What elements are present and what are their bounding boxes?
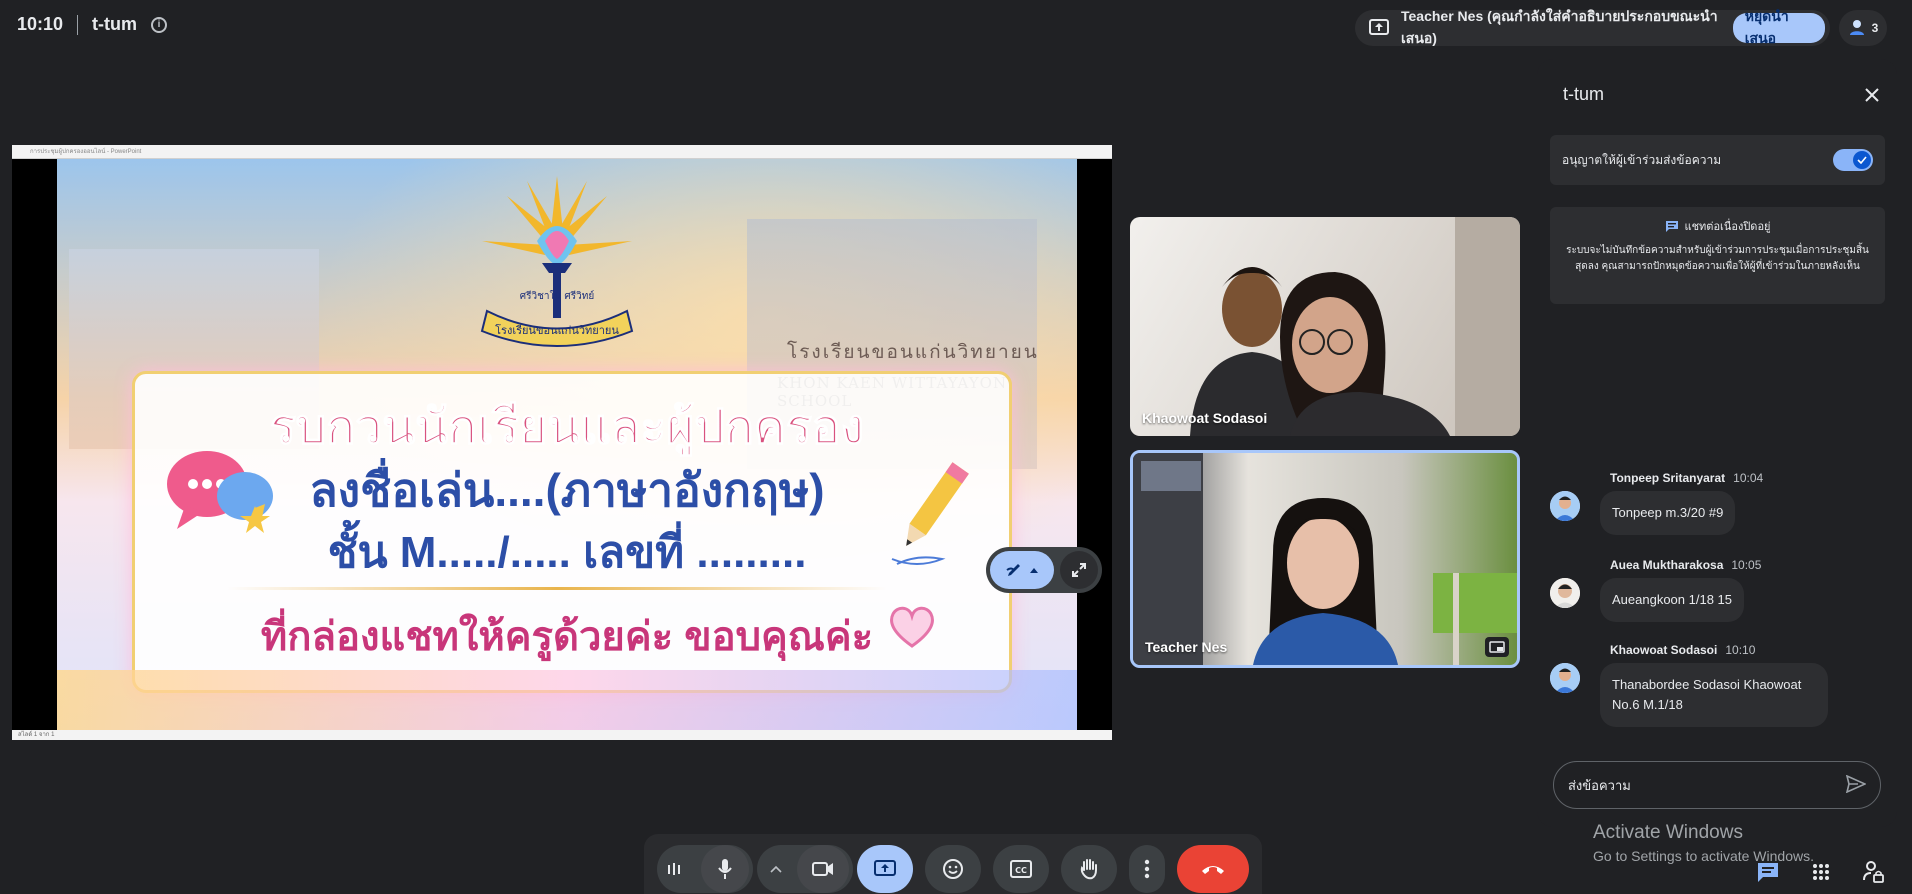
allow-messages-toggle[interactable] [1833,149,1873,171]
more-options-button[interactable] [1129,845,1165,893]
close-panel-button[interactable] [1859,82,1885,108]
ppt-titlebar: การประชุมผู้ปกครองออนไลน์ - PowerPoint [12,145,1112,159]
video-tile[interactable]: Khaowoat Sodasoi [1130,217,1520,436]
ppt-statusbar: สไลด์ 1 จาก 1 [12,730,1112,740]
annotate-button[interactable] [990,551,1054,589]
check-icon [1853,151,1871,169]
notice-header: แชทต่อเนื่องปิดอยู่ [1562,217,1873,235]
annotation-controls [986,547,1102,593]
chat-icon [1665,220,1678,232]
captions-icon: CC [1010,860,1032,878]
call-controls: CC [644,834,1262,894]
continuous-chat-notice: แชทต่อเนื่องปิดอยู่ ระบบจะไม่บันทึกข้อคว… [1550,207,1885,304]
emblem-motto: ศรีวิชาใน ศรีวิทย์ [520,290,594,302]
shared-screen: การประชุมผู้ปกครองออนไลน์ - PowerPoint โ… [12,145,1112,740]
participant-video [1133,453,1517,665]
message-time: 10:05 [1731,558,1762,572]
avatar [1550,578,1580,608]
chat-bubbles-icon [167,451,273,533]
emoji-icon [943,859,963,879]
expand-icon [1072,563,1086,577]
message-header: Khaowoat Sodasoi 10:10 [1610,643,1755,657]
message-input[interactable]: ส่งข้อความ [1553,761,1881,809]
avatar [1550,491,1580,521]
send-icon[interactable] [1845,774,1867,796]
message-bubble: Aueangkoon 1/18 15 [1600,578,1744,622]
camera-button[interactable] [797,845,849,893]
meeting-name: t-tum [92,14,138,34]
slide-ribbon [57,670,1077,730]
notice-title: แชทต่อเนื่องปิดอยู่ [1684,221,1771,233]
microphone-button[interactable] [701,845,749,893]
participants-button[interactable]: 3 [1839,10,1887,46]
clock: 10:10 [17,14,64,34]
present-screen-button[interactable] [857,845,913,893]
camera-icon [812,862,833,876]
message-header: Tonpeep Sritanyarat 10:04 [1610,471,1763,485]
message-bubble: Thanabordee Sodasoi Khaowoat No.6 M.1/18 [1600,663,1828,727]
divider [77,14,79,35]
heart-icon [889,606,935,648]
message-header: Auea Muktharakosa 10:05 [1610,558,1761,572]
close-icon [1865,88,1879,102]
caret-up-icon [1030,568,1038,573]
chat-panel: t-tum อนุญาตให้ผู้เข้าร่วมส่งข้อความ แชท… [1537,59,1897,827]
message-bubble: Tonpeep m.3/20 #9 [1600,491,1736,535]
allow-messages-setting: อนุญาตให้ผู้เข้าร่วมส่งข้อความ [1550,135,1885,185]
host-controls-button[interactable] [1858,858,1888,886]
pen-annotate-icon [1006,564,1020,576]
sender-name: Tonpeep Sritanyarat [1610,471,1726,485]
message-time: 10:10 [1725,643,1756,657]
video-options-button[interactable] [759,845,793,893]
meeting-header: 10:10 t-tum i [17,14,168,35]
school-emblem: ศรีวิชาใน ศรีวิทย์ โรงเรียนขอนแก่นวิทยาย… [480,176,634,347]
svg-text:CC: CC [1015,866,1027,875]
participant-name: Teacher Nes [1145,639,1228,655]
participant-video [1190,217,1520,436]
chevron-up-icon [770,865,782,873]
sender-name: Auea Muktharakosa [1610,558,1724,572]
notice-body: ระบบจะไม่บันทึกข้อความสำหรับผู้เข้าร่วมก… [1566,245,1869,272]
allow-messages-label: อนุญาตให้ผู้เข้าร่วมส่งข้อความ [1562,152,1722,167]
hang-up-icon [1202,866,1224,874]
chat-button[interactable] [1753,858,1783,886]
school-sign-thai: โรงเรียนขอนแก่นวิทยายน [787,341,1039,363]
present-screen-icon [1369,18,1389,38]
presenter-text: Teacher Nes (คุณกำลังใส่คำอธิบายประกอบขณ… [1401,8,1718,46]
sender-name: Khaowoat Sodasoi [1610,643,1718,657]
message-input-placeholder: ส่งข้อความ [1568,777,1631,793]
pencil-icon [891,462,969,565]
audio-visualizer-button[interactable] [657,845,691,893]
lock-person-icon [1863,861,1884,883]
captions-button[interactable]: CC [993,845,1049,893]
participant-count: 3 [1871,21,1879,35]
activate-title: Activate Windows [1593,822,1743,843]
present-screen-icon [874,860,896,876]
avatar [1550,663,1580,693]
video-tile-active-speaker[interactable]: Teacher Nes [1130,450,1520,668]
activities-button[interactable] [1806,858,1836,886]
presenting-indicator: Teacher Nes (คุณกำลังใส่คำอธิบายประกอบขณ… [1355,8,1830,46]
chat-icon [1758,863,1778,882]
reactions-button[interactable] [925,845,981,893]
slide-divider [227,587,887,590]
hand-icon [1080,859,1097,880]
participant-name: Khaowoat Sodasoi [1142,410,1268,426]
emblem-school-name: โรงเรียนขอนแก่นวิทยายน [495,323,619,337]
apps-grid-icon [1813,864,1829,880]
picture-in-picture-icon[interactable] [1485,637,1509,657]
stop-presenting-button[interactable]: หยุดนำเสนอ [1732,8,1825,46]
leave-call-button[interactable] [1177,845,1249,893]
slide: โรงเรียนขอนแก่นวิทยายน KHON KAEN WITTAYA… [57,159,1077,730]
microphone-icon [718,859,732,879]
more-vert-icon [1144,859,1150,879]
people-icon [1848,18,1866,39]
message-time: 10:04 [1733,471,1764,485]
info-icon[interactable]: i [151,16,168,33]
audio-level-icon [668,863,680,875]
raise-hand-button[interactable] [1061,845,1117,893]
chat-panel-title: t-tum [1563,84,1605,104]
fullscreen-button[interactable] [1060,551,1098,589]
